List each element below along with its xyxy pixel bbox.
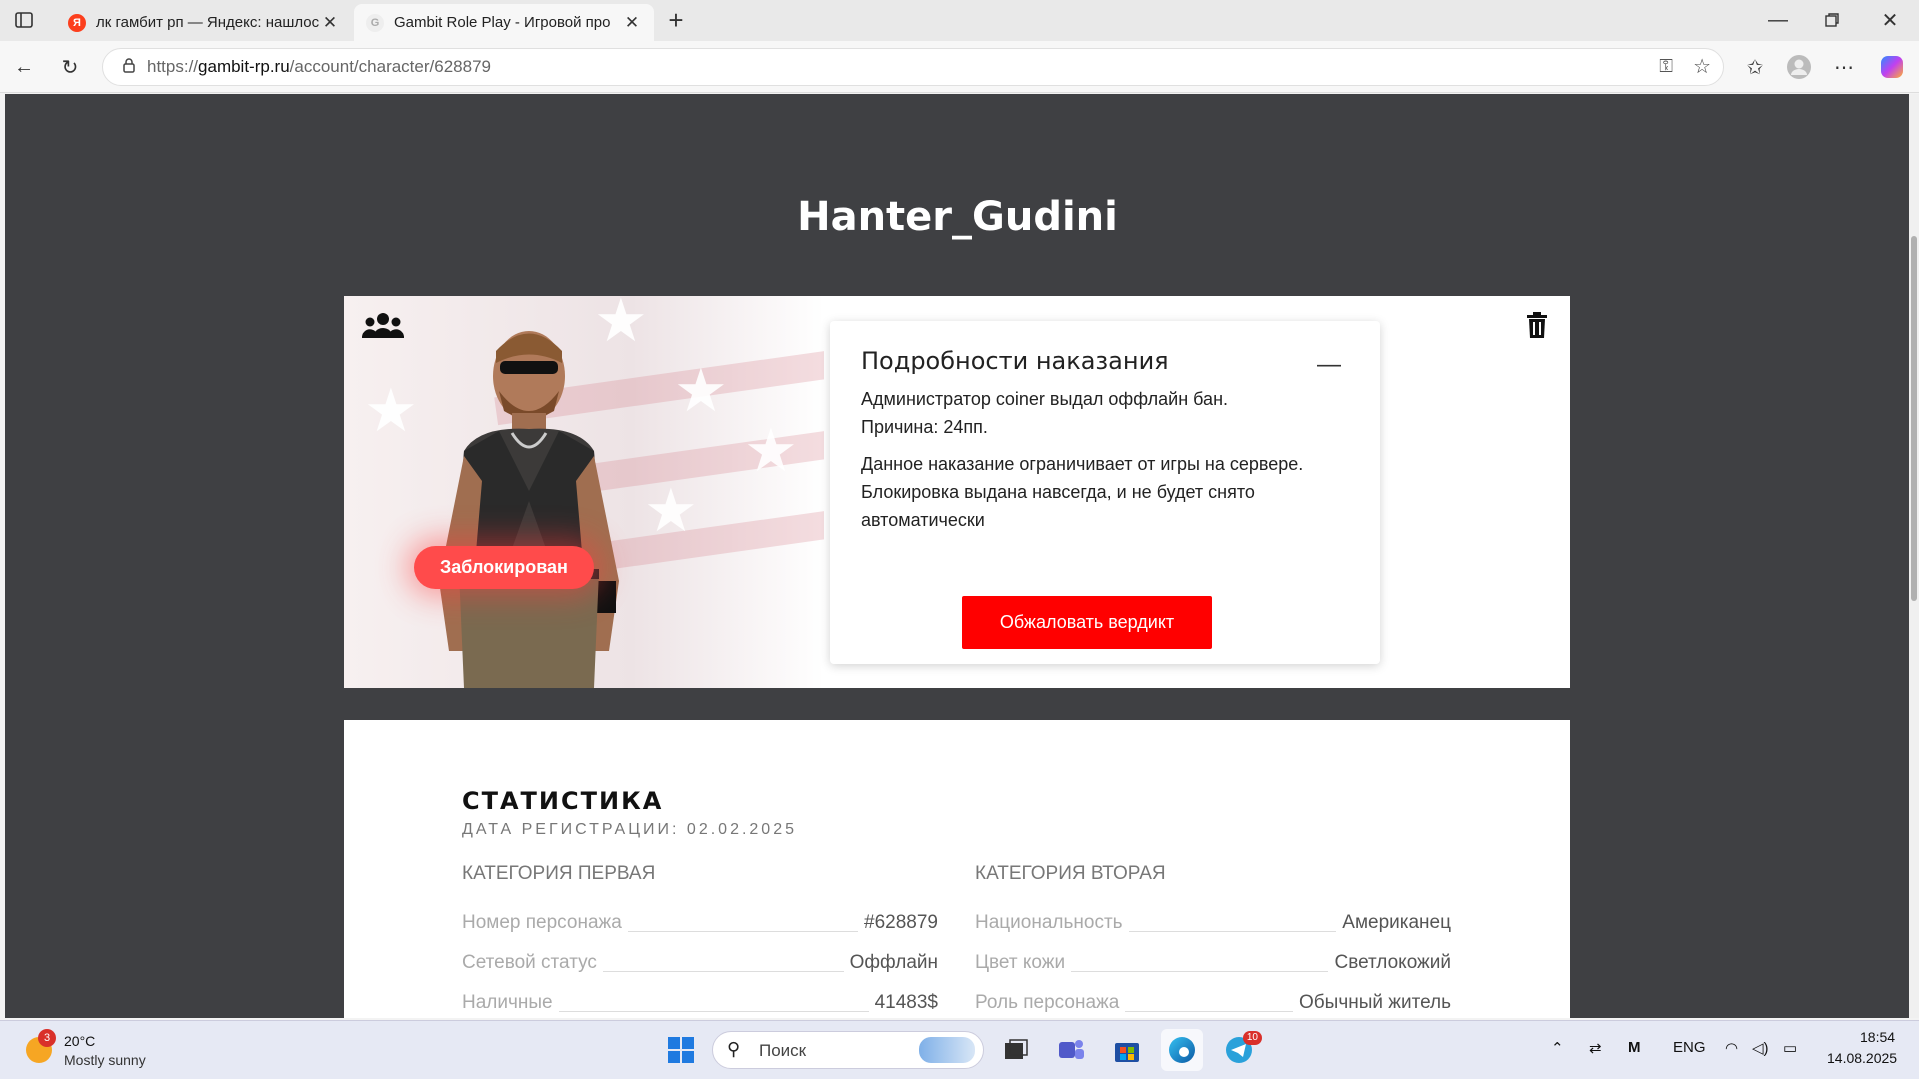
favorite-star-icon[interactable]: ☆: [1693, 54, 1711, 79]
browser-toolbar: ← ↻ https://gambit-rp.ru/account/charact…: [0, 41, 1919, 93]
tray-app-icon[interactable]: ⇄: [1589, 1039, 1602, 1057]
tab-gambit[interactable]: G Gambit Role Play - Игровой про ✕: [354, 4, 654, 41]
reload-icon[interactable]: ↻: [54, 51, 86, 83]
language-indicator[interactable]: ENG: [1673, 1039, 1706, 1056]
url-prefix: https://: [147, 57, 199, 76]
stat-row: Цвет кожи Светлокожий: [975, 950, 1451, 974]
search-highlight-image: [919, 1037, 975, 1063]
yandex-icon: Я: [68, 13, 86, 32]
weather-temp: 20°C: [64, 1033, 96, 1049]
url-domain: gambit-rp.ru: [198, 57, 290, 76]
volume-icon[interactable]: ◁): [1752, 1039, 1769, 1057]
stat-row: Номер персонажа #628879: [462, 910, 938, 934]
stats-title: СТАТИСТИКА: [462, 787, 664, 815]
wifi-icon[interactable]: ◠: [1725, 1039, 1738, 1057]
back-icon[interactable]: ←: [8, 51, 40, 83]
site-info-icon[interactable]: [111, 57, 147, 78]
profile-avatar[interactable]: [1783, 51, 1815, 83]
stat-value: Светлокожий: [1334, 952, 1451, 973]
windows-taskbar: 3 20°C Mostly sunny ⚲ Поиск 10 ⌃ ⇄ M ENG…: [0, 1020, 1919, 1079]
task-view-icon[interactable]: [995, 1029, 1037, 1071]
close-tab-icon[interactable]: ✕: [622, 13, 642, 33]
collapse-icon[interactable]: —: [1317, 351, 1341, 379]
taskbar-search[interactable]: ⚲ Поиск: [712, 1031, 984, 1069]
group-icon[interactable]: [361, 312, 405, 343]
punishment-title: Подробности наказания: [861, 347, 1169, 375]
character-name: Hanter_Gudini: [797, 194, 1118, 240]
scrollbar-thumb[interactable]: [1911, 236, 1917, 601]
key-icon[interactable]: ⚿: [1659, 56, 1673, 77]
restore-icon[interactable]: [1816, 4, 1848, 36]
new-tab-icon[interactable]: +: [660, 4, 692, 36]
battery-icon[interactable]: ▭: [1783, 1039, 1797, 1057]
stat-value: Обычный житель: [1299, 992, 1451, 1013]
punishment-panel: Подробности наказания — Администратор co…: [830, 321, 1380, 664]
category-first-title: КАТЕГОРИЯ ПЕРВАЯ: [462, 863, 656, 884]
close-window-icon[interactable]: ✕: [1874, 4, 1906, 36]
address-bar[interactable]: https://gambit-rp.ru/account/character/6…: [102, 48, 1724, 86]
page-scrollbar[interactable]: [1909, 94, 1919, 1018]
stat-row: Наличные 41483$: [462, 990, 938, 1014]
page-content: Hanter_Gudini ★ ★ ★ ★ ★ Заблокирован Под…: [5, 94, 1910, 1018]
punishment-reason: Причина: 24пп.: [861, 417, 988, 437]
stat-row: Национальность Американец: [975, 910, 1451, 934]
tab-title: лк гамбит рп — Яндекс: нашлос: [96, 14, 320, 31]
registration-date: ДАТА РЕГИСТРАЦИИ: 02.02.2025: [462, 821, 797, 838]
punishment-admin-line: Администратор coiner выдал оффлайн бан.: [861, 389, 1229, 409]
tray-mi-icon[interactable]: M: [1628, 1039, 1641, 1056]
edge-icon[interactable]: [1161, 1029, 1203, 1071]
stat-value: #628879: [864, 912, 938, 933]
url-path: /account/character/628879: [289, 57, 491, 76]
statistics-panel: СТАТИСТИКА ДАТА РЕГИСТРАЦИИ: 02.02.2025 …: [344, 720, 1570, 1018]
stat-row: Сетевой статус Оффлайн: [462, 950, 938, 974]
teams-icon[interactable]: [1050, 1029, 1092, 1071]
start-button[interactable]: [660, 1029, 702, 1071]
stat-label: Роль персонажа: [975, 992, 1120, 1013]
stat-value: Американец: [1342, 912, 1451, 933]
appeal-button[interactable]: Обжаловать вердикт: [962, 596, 1212, 649]
stat-label: Наличные: [462, 992, 553, 1013]
browser-tabstrip: Я лк гамбит рп — Яндекс: нашлос ✕ G Gamb…: [0, 0, 1919, 41]
telegram-icon[interactable]: 10: [1218, 1029, 1262, 1071]
close-tab-icon[interactable]: ✕: [320, 13, 340, 33]
stat-value: 41483$: [874, 992, 938, 1013]
weather-widget[interactable]: 3 20°C Mostly sunny: [24, 1029, 184, 1073]
tray-chevron-icon[interactable]: ⌃: [1551, 1039, 1564, 1057]
favorites-icon[interactable]: ✩: [1739, 51, 1771, 83]
category-second-title: КАТЕГОРИЯ ВТОРАЯ: [975, 863, 1166, 884]
gambit-favicon-icon: G: [366, 13, 384, 32]
tab-yandex[interactable]: Я лк гамбит рп — Яндекс: нашлос ✕: [56, 4, 352, 41]
stat-label: Номер персонажа: [462, 912, 622, 933]
telegram-badge: 10: [1242, 1031, 1262, 1045]
stat-label: Цвет кожи: [975, 952, 1066, 973]
store-icon[interactable]: [1106, 1029, 1148, 1071]
clock-time[interactable]: 18:54: [1860, 1029, 1895, 1045]
stat-value: Оффлайн: [849, 952, 938, 973]
stat-label: Национальность: [975, 912, 1123, 933]
tab-title: Gambit Role Play - Игровой про: [394, 14, 611, 31]
stat-row: Роль персонажа Обычный житель: [975, 990, 1451, 1014]
weather-badge: 3: [38, 1029, 56, 1047]
search-placeholder: Поиск: [759, 1041, 807, 1060]
character-card: ★ ★ ★ ★ ★ Заблокирован Подробности наказ…: [344, 296, 1570, 688]
minimize-icon[interactable]: —: [1762, 4, 1794, 36]
trash-icon[interactable]: [1526, 312, 1548, 343]
character-skin-image: [404, 321, 654, 688]
tab-actions-icon[interactable]: [8, 4, 40, 36]
copilot-icon[interactable]: [1876, 51, 1908, 83]
more-menu-icon[interactable]: ⋯: [1828, 51, 1860, 83]
punishment-description: Данное наказание ограничивает от игры на…: [861, 454, 1304, 530]
blocked-status-badge: Заблокирован: [414, 546, 594, 589]
weather-desc: Mostly sunny: [64, 1052, 146, 1068]
clock-date[interactable]: 14.08.2025: [1827, 1050, 1897, 1066]
search-icon: ⚲: [727, 1039, 741, 1059]
stat-label: Сетевой статус: [462, 952, 597, 973]
